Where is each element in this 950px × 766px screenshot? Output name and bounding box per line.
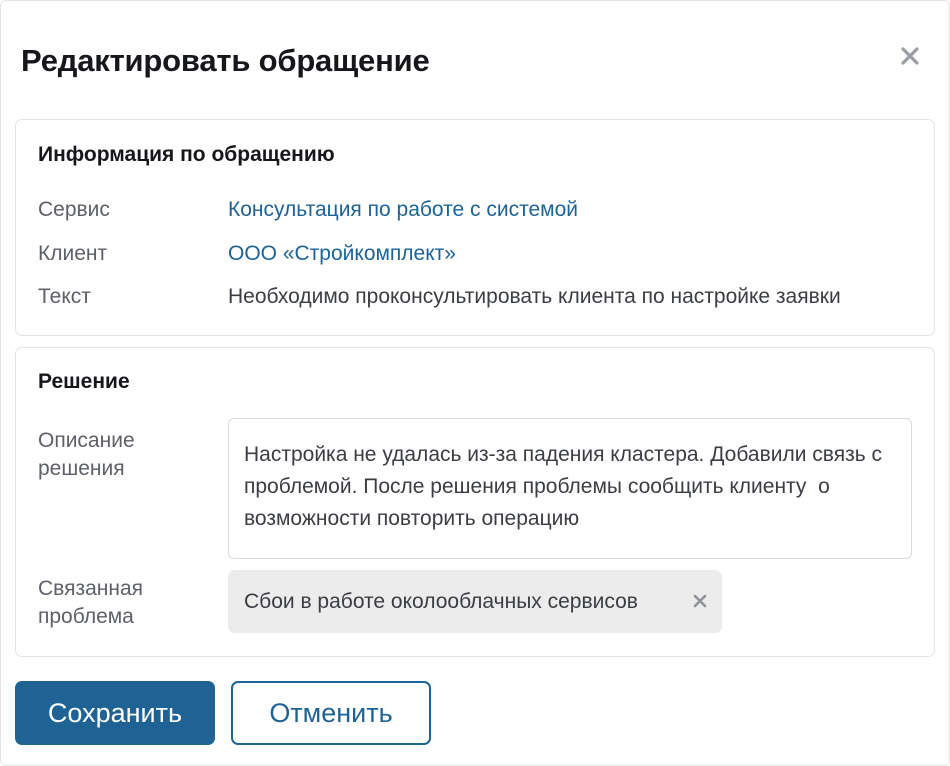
edit-request-dialog: Редактировать обращение Информация по об… bbox=[0, 0, 950, 766]
client-link[interactable]: ООО «Стройкомплект» bbox=[228, 239, 456, 269]
client-label: Клиент bbox=[38, 242, 108, 265]
save-button[interactable]: Сохранить bbox=[15, 681, 215, 745]
related-problem-tag[interactable]: Сбои в работе околооблачных сервисов bbox=[228, 570, 722, 633]
info-row-text: Текст Необходимо проконсультировать клие… bbox=[38, 282, 914, 312]
close-icon bbox=[901, 47, 919, 65]
related-problem-label: Связанная проблема bbox=[38, 577, 144, 628]
solution-description-label: Описание решения bbox=[38, 429, 135, 480]
info-row-client: Клиент ООО «Стройкомплект» bbox=[38, 239, 914, 269]
cancel-button[interactable]: Отменить bbox=[231, 681, 431, 745]
related-problem-tag-label: Сбои в работе околооблачных сервисов bbox=[244, 589, 638, 613]
dialog-title: Редактировать обращение bbox=[21, 43, 430, 78]
service-link[interactable]: Консультация по работе с системой bbox=[228, 195, 578, 225]
solution-title: Решение bbox=[38, 370, 130, 393]
info-row-service: Сервис Консультация по работе с системой bbox=[38, 195, 914, 225]
remove-tag-button[interactable] bbox=[691, 592, 709, 610]
solution-description-textarea[interactable]: Настройка не удалась из-за падения класт… bbox=[228, 418, 912, 559]
close-button[interactable] bbox=[893, 39, 927, 73]
text-label: Текст bbox=[38, 285, 91, 308]
request-info-card: Информация по обращению Сервис Консульта… bbox=[15, 119, 935, 336]
request-text-value: Необходимо проконсультировать клиента по… bbox=[228, 285, 841, 308]
solution-card: Решение Описание решения Настройка не уд… bbox=[15, 347, 935, 657]
remove-tag-icon bbox=[693, 594, 707, 608]
service-label: Сервис bbox=[38, 198, 110, 221]
request-info-title: Информация по обращению bbox=[38, 143, 335, 166]
